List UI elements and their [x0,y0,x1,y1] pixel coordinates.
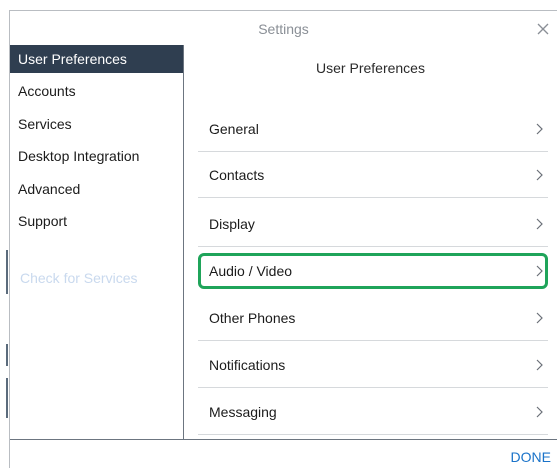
row-notifications[interactable]: Notifications [198,342,548,388]
footer-divider [10,439,557,440]
row-audio-video[interactable]: Audio / Video [198,253,548,289]
row-other-phones[interactable]: Other Phones [198,295,548,341]
row-messaging[interactable]: Messaging [198,389,548,435]
close-button[interactable] [533,19,553,39]
check-for-services-link[interactable]: Check for Services [20,270,137,286]
row-label: Other Phones [209,310,296,326]
row-label: Contacts [209,167,265,183]
sidebar-item-accounts[interactable]: Accounts [10,77,183,105]
row-label: Notifications [209,357,286,373]
row-general[interactable]: General [198,106,548,152]
settings-dialog: Settings User Preferences Accounts Servi… [9,10,557,468]
chevron-right-icon [535,123,543,135]
preferences-panel: User Preferences General Contacts Displa… [184,45,557,440]
close-icon [537,23,549,35]
chevron-right-icon [535,265,543,277]
panel-title: User Preferences [316,60,425,76]
background-edge-mark [6,250,8,294]
done-button[interactable]: DONE [511,449,551,465]
background-edge-mark [6,378,8,418]
sidebar-item-services[interactable]: Services [10,110,183,138]
chevron-right-icon [535,218,543,230]
chevron-right-icon [535,169,543,181]
settings-window: Settings User Preferences Accounts Servi… [0,0,557,468]
chevron-right-icon [535,312,543,324]
row-label: Audio / Video [209,263,293,279]
chevron-right-icon [535,406,543,418]
sidebar-item-support[interactable]: Support [10,207,183,235]
background-window-edge [0,0,9,468]
row-label: General [209,121,259,137]
sidebar-item-user-preferences[interactable]: User Preferences [10,45,183,73]
row-label: Messaging [209,404,277,420]
dialog-title: Settings [258,21,309,37]
background-edge-mark [6,344,8,366]
row-label: Display [209,216,255,232]
sidebar-item-advanced[interactable]: Advanced [10,175,183,203]
row-contacts[interactable]: Contacts [198,152,548,198]
row-display[interactable]: Display [198,201,548,247]
sidebar-item-desktop-integration[interactable]: Desktop Integration [10,142,183,170]
settings-sidebar: User Preferences Accounts Services Deskt… [10,45,184,440]
title-bar: Settings [10,11,557,45]
chevron-right-icon [535,359,543,371]
